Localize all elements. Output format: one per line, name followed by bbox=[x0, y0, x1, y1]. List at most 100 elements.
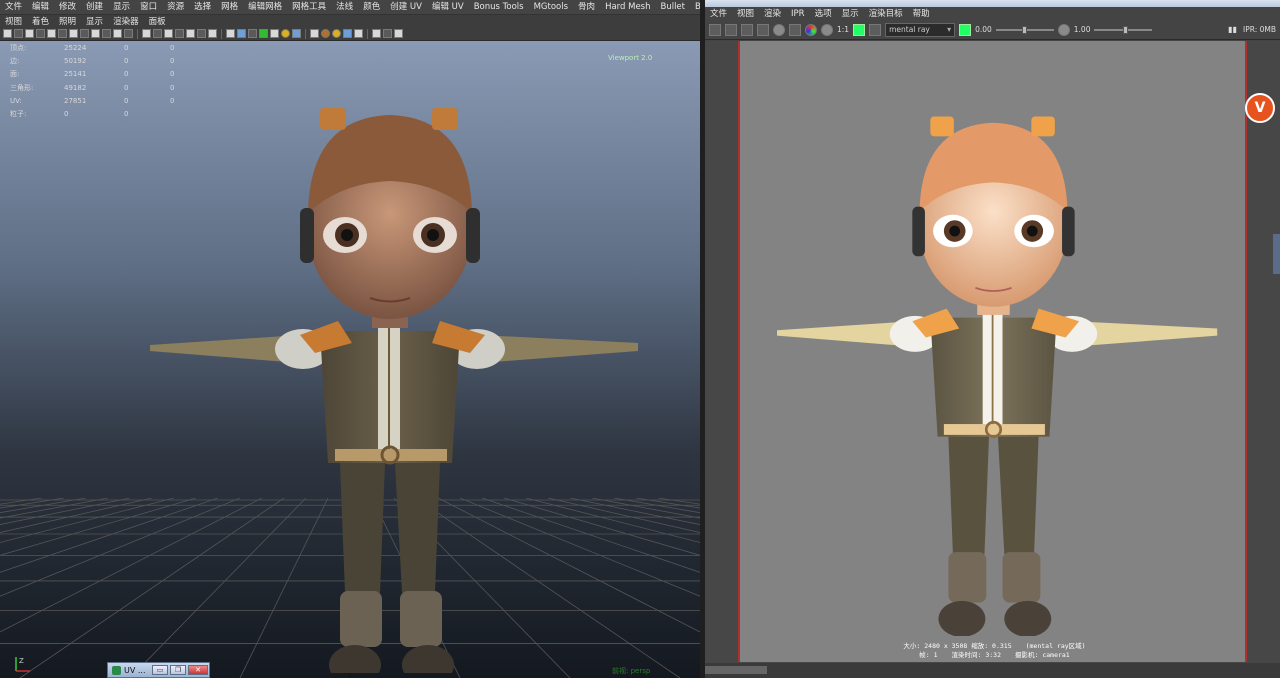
remove-image-icon[interactable] bbox=[869, 23, 882, 36]
perspective-viewport[interactable]: 顶点: 25224 0 0 边: 50192 0 0 面: 25141 0 0 三角形: 49182 0 0 U… bbox=[0, 41, 700, 678]
uv-editor-minimized-window[interactable]: UV ... ▭ ❐ ✕ bbox=[107, 662, 210, 678]
image-plane-icon[interactable] bbox=[25, 29, 34, 38]
character-model-viewport[interactable] bbox=[140, 63, 650, 673]
gamma-correction-icon[interactable] bbox=[343, 29, 352, 38]
keep-image-icon[interactable] bbox=[853, 23, 866, 36]
scrollbar-thumb[interactable] bbox=[705, 666, 767, 674]
view-transform-icon[interactable] bbox=[354, 29, 363, 38]
main-menu-item[interactable]: 显示 bbox=[108, 0, 135, 14]
snapshot-icon[interactable] bbox=[741, 23, 753, 36]
resolution-gate-icon[interactable] bbox=[80, 29, 89, 38]
motion-blur-icon[interactable] bbox=[321, 29, 330, 38]
sync-camera-icon[interactable] bbox=[372, 29, 381, 38]
horizontal-scrollbar[interactable] bbox=[705, 663, 1280, 678]
backface-culling-icon[interactable] bbox=[270, 29, 279, 38]
multisample-icon[interactable] bbox=[281, 29, 290, 38]
main-menu-item[interactable]: Bullet bbox=[655, 0, 690, 14]
render-menu-item[interactable]: 渲染目标 bbox=[864, 7, 908, 21]
safe-title-icon[interactable] bbox=[124, 29, 133, 38]
gamma-slider-thumb[interactable] bbox=[1123, 25, 1129, 34]
render-region-icon[interactable] bbox=[725, 23, 737, 36]
main-menu-item[interactable]: 编辑网格 bbox=[243, 0, 287, 14]
main-menu-item[interactable]: 窗口 bbox=[135, 0, 162, 14]
gate-mask-icon[interactable] bbox=[91, 29, 100, 38]
restore-button[interactable]: ❐ bbox=[170, 665, 186, 675]
ambient-occlusion-icon[interactable] bbox=[208, 29, 217, 38]
main-menu-item[interactable]: Hard Mesh bbox=[600, 0, 655, 14]
one-to-one-button[interactable]: 1:1 bbox=[837, 25, 849, 34]
ipr-pause-icon[interactable]: ▮▮ bbox=[1228, 25, 1237, 34]
main-menu-item[interactable]: MGtools bbox=[529, 0, 573, 14]
xray-icon[interactable] bbox=[237, 29, 246, 38]
main-menu-item[interactable]: Bonus Tools bbox=[469, 0, 529, 14]
renderer-dropdown[interactable]: mental ray bbox=[885, 22, 956, 37]
main-menu-item[interactable]: 法线 bbox=[331, 0, 358, 14]
main-menu-item[interactable]: 创建 UV bbox=[385, 0, 427, 14]
main-menu-item[interactable]: 创建 bbox=[81, 0, 108, 14]
playblast-icon[interactable] bbox=[383, 29, 392, 38]
grid-toggle-icon[interactable] bbox=[58, 29, 67, 38]
render-camera-info: 摄影机: camera1 bbox=[1015, 651, 1070, 659]
exposure-slider-thumb[interactable] bbox=[1021, 25, 1027, 34]
gamma-icon[interactable] bbox=[1057, 23, 1070, 36]
grease-pencil-icon[interactable] bbox=[47, 29, 56, 38]
2d-pan-icon[interactable] bbox=[36, 29, 45, 38]
main-menu-item[interactable]: 网格工具 bbox=[287, 0, 331, 14]
bookmark-icon[interactable] bbox=[14, 29, 23, 38]
render-menu-item[interactable]: 渲染 bbox=[759, 7, 786, 21]
use-lights-icon[interactable] bbox=[186, 29, 195, 38]
main-menu-item[interactable]: 选择 bbox=[189, 0, 216, 14]
share-icon[interactable] bbox=[394, 29, 403, 38]
safe-action-icon[interactable] bbox=[113, 29, 122, 38]
wireframe-on-shaded-icon[interactable] bbox=[164, 29, 173, 38]
render-menu-item[interactable]: 显示 bbox=[837, 7, 864, 21]
depth-of-field-icon[interactable] bbox=[292, 29, 301, 38]
display-settings-icon[interactable] bbox=[789, 23, 801, 36]
main-menu-item[interactable]: Bifrost bbox=[690, 0, 700, 14]
render-view-toolbar: 1:1 mental ray 0.00 1.00 ▮▮ IPR: 0MB bbox=[705, 20, 1280, 40]
main-menu-item[interactable]: 修改 bbox=[54, 0, 81, 14]
exposure-slider[interactable] bbox=[995, 25, 1054, 34]
smooth-shade-icon[interactable] bbox=[153, 29, 162, 38]
camera-attributes-icon[interactable] bbox=[3, 29, 12, 38]
minimize-button[interactable]: ▭ bbox=[152, 665, 168, 675]
main-menu-item[interactable]: 资源 bbox=[162, 0, 189, 14]
textured-icon[interactable] bbox=[175, 29, 184, 38]
wireframe-icon[interactable] bbox=[142, 29, 151, 38]
rendered-image[interactable]: 大小: 2480 x 3508 缩放: 0.315 (mental ray区域)… bbox=[738, 41, 1247, 662]
redo-render-icon[interactable] bbox=[709, 23, 721, 36]
xray-joints-icon[interactable] bbox=[248, 29, 257, 38]
hud-row: 顶点: 25224 0 0 bbox=[10, 41, 216, 54]
screen-space-ao-icon[interactable] bbox=[332, 29, 341, 38]
gamma-slider[interactable] bbox=[1094, 25, 1153, 34]
main-menu-item[interactable]: 编辑 UV bbox=[427, 0, 469, 14]
render-menu-item[interactable]: 帮助 bbox=[908, 7, 935, 21]
ipr-render-icon[interactable] bbox=[757, 23, 769, 36]
main-menu-item[interactable]: 颜色 bbox=[358, 0, 385, 14]
rgb-channels-icon[interactable] bbox=[805, 23, 817, 36]
main-menu-item[interactable]: 编辑 bbox=[27, 0, 54, 14]
field-chart-icon[interactable] bbox=[102, 29, 111, 38]
hud-toggle-icon[interactable] bbox=[310, 29, 319, 38]
close-button[interactable]: ✕ bbox=[188, 665, 208, 675]
render-menu-item[interactable]: IPR bbox=[786, 7, 810, 21]
render-menu-item[interactable]: 视图 bbox=[732, 7, 759, 21]
shadows-icon[interactable] bbox=[197, 29, 206, 38]
side-panel-tab[interactable] bbox=[1273, 234, 1280, 274]
exposure-icon[interactable] bbox=[959, 23, 972, 36]
main-menu-item[interactable]: 文件 bbox=[0, 0, 27, 14]
xray-active-icon[interactable] bbox=[259, 29, 268, 38]
main-menu-item[interactable]: 网格 bbox=[216, 0, 243, 14]
hud-label: 边: bbox=[10, 56, 20, 65]
main-menu-item[interactable]: 骨肉 bbox=[573, 0, 600, 14]
alpha-channel-icon[interactable] bbox=[821, 23, 833, 36]
isolate-select-icon[interactable] bbox=[226, 29, 235, 38]
refresh-ipr-icon[interactable] bbox=[773, 23, 785, 36]
gamma-value[interactable]: 1.00 bbox=[1074, 25, 1091, 34]
film-gate-icon[interactable] bbox=[69, 29, 78, 38]
render-menu-item[interactable]: 文件 bbox=[705, 7, 732, 21]
render-menu-item[interactable]: 选项 bbox=[810, 7, 837, 21]
viewport-camera-label: 前视: persp bbox=[612, 667, 651, 675]
exposure-value[interactable]: 0.00 bbox=[975, 25, 992, 34]
render-area[interactable]: 大小: 2480 x 3508 缩放: 0.315 (mental ray区域)… bbox=[705, 41, 1280, 665]
